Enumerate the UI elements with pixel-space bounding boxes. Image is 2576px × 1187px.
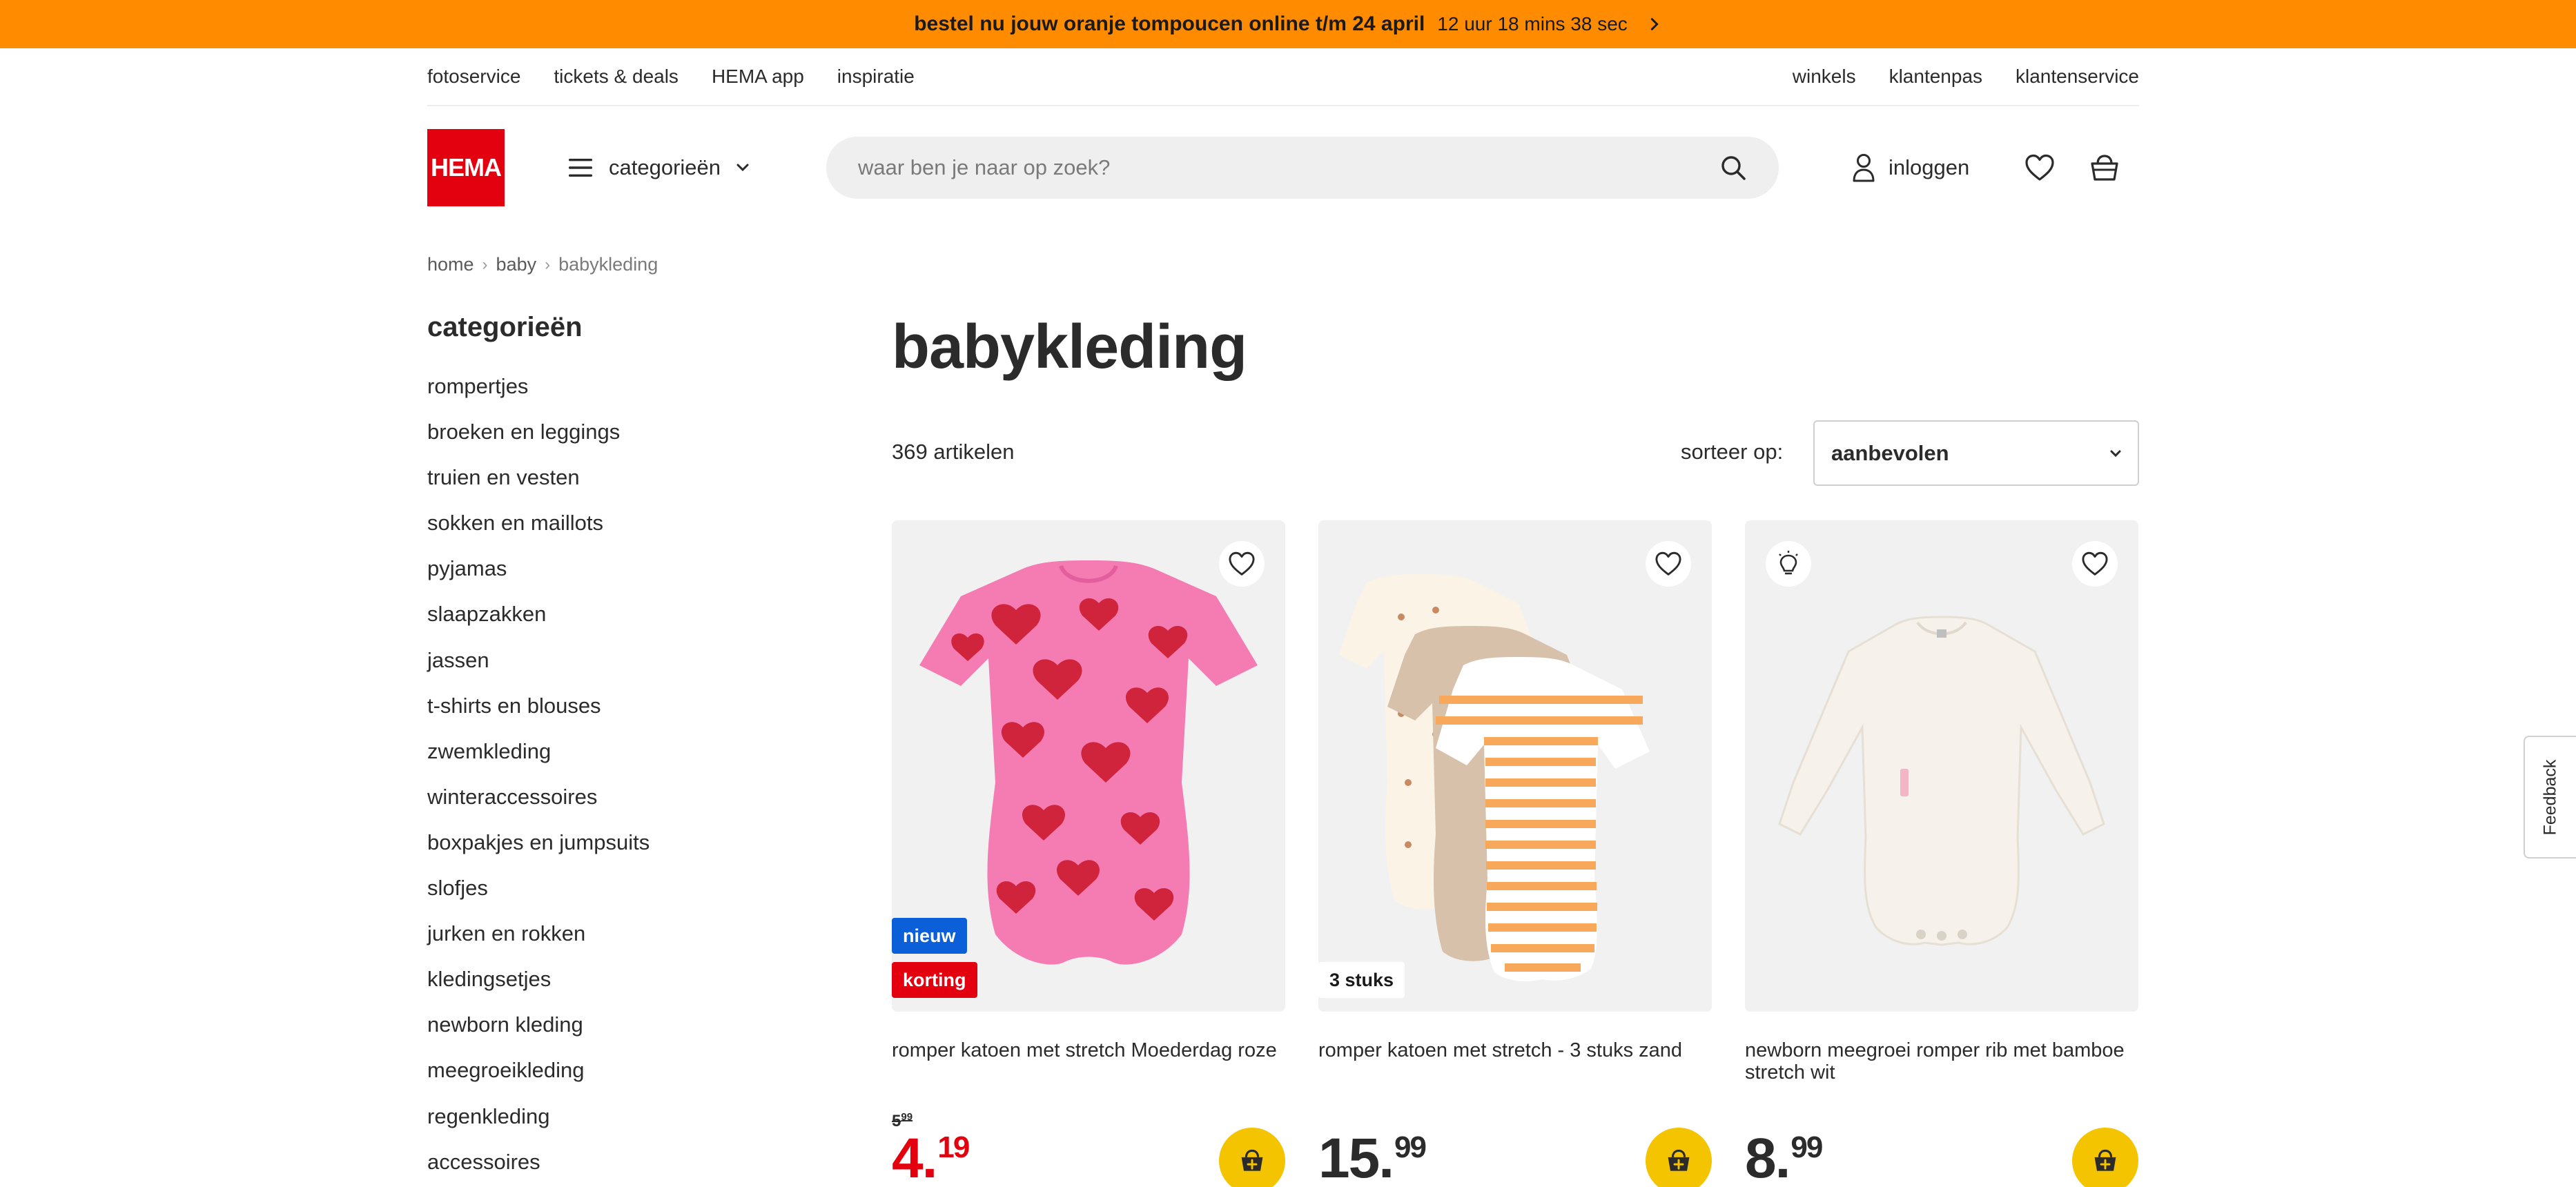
price-int-2: 15. — [1318, 1127, 1394, 1187]
sidebar-item-newborn-kleding[interactable]: newborn kleding — [427, 1011, 650, 1057]
sidebar-item-kledingsetjes[interactable]: kledingsetjes — [427, 965, 650, 1011]
sidebar-item-rompertjes[interactable]: rompertjes — [427, 373, 650, 418]
badge-sale: korting — [892, 962, 977, 998]
price-int-1: 4. — [892, 1127, 937, 1187]
sidebar-item-slofjes[interactable]: slofjes — [427, 874, 650, 920]
util-link-tickets-deals[interactable]: tickets & deals — [554, 66, 679, 88]
heart-icon — [2025, 154, 2054, 181]
product-title-2[interactable]: romper katoen met stretch - 3 stuks zand — [1318, 1039, 1712, 1061]
menu-icon — [569, 159, 592, 177]
add-to-cart-button-1[interactable] — [1219, 1128, 1285, 1187]
categories-menu-button[interactable]: categorieën — [567, 150, 750, 185]
sort-selected-value: aanbevolen — [1831, 440, 1949, 465]
add-to-basket-icon — [2094, 1149, 2116, 1171]
search-icon[interactable] — [1719, 154, 1747, 182]
sidebar-item-jassen[interactable]: jassen — [427, 647, 650, 692]
price-dec-2: 99 — [1394, 1130, 1427, 1164]
tip-button[interactable] — [1766, 541, 1811, 587]
sidebar-item-slaapzakken[interactable]: slaapzakken — [427, 600, 650, 646]
sidebar-title: categorieën — [427, 312, 583, 342]
chevron-down-icon — [736, 164, 749, 172]
breadcrumb-current: babykleding — [558, 254, 658, 275]
search-input[interactable] — [858, 155, 1719, 180]
breadcrumb: home › baby › babykleding — [427, 254, 658, 275]
price-3: 8. 99 — [1745, 1127, 1823, 1187]
feedback-label: Feedback — [2540, 759, 2560, 835]
sidebar-item-accessoires[interactable]: accessoires — [427, 1148, 650, 1187]
heart-icon — [1229, 551, 1255, 576]
feedback-tab[interactable]: Feedback — [2524, 736, 2576, 859]
price-2: 15. 99 — [1318, 1127, 1427, 1187]
promo-banner[interactable]: bestel nu jouw oranje tompoucen online t… — [0, 0, 2576, 48]
price-dec-3: 99 — [1790, 1130, 1823, 1164]
sidebar-item-meegroeikleding[interactable]: meegroeikleding — [427, 1057, 650, 1102]
sidebar-item-jurken-en-rokken[interactable]: jurken en rokken — [427, 920, 650, 965]
badge-pack-count: 3 stuks — [1318, 962, 1405, 998]
sidebar-item-boxpakjes-en-jumpsuits[interactable]: boxpakjes en jumpsuits — [427, 829, 650, 874]
caret-down-icon — [2110, 450, 2121, 457]
article-count: 369 artikelen — [892, 440, 1015, 464]
breadcrumb-baby[interactable]: baby — [496, 254, 537, 275]
sidebar-item-truien-en-vesten[interactable]: truien en vesten — [427, 464, 650, 509]
promo-headline: bestel nu jouw oranje tompoucen online t… — [914, 12, 1425, 35]
logo-text: HEMA — [431, 153, 502, 182]
sidebar-item-zwemkleding[interactable]: zwemkleding — [427, 738, 650, 783]
sidebar-item-t-shirts-en-blouses[interactable]: t-shirts en blouses — [427, 692, 650, 738]
sidebar-item-winteraccessoires[interactable]: winteraccessoires — [427, 783, 650, 829]
util-link-klantenpas[interactable]: klantenpas — [1889, 66, 1982, 88]
sidebar-item-pyjamas[interactable]: pyjamas — [427, 555, 650, 600]
add-to-cart-button-3[interactable] — [2072, 1128, 2138, 1187]
product-image-3[interactable] — [1745, 520, 2138, 1012]
sidebar-item-sokken-en-maillots[interactable]: sokken en maillots — [427, 509, 650, 555]
sort-label: sorteer op: — [1681, 440, 1784, 464]
utility-nav: fotoservice tickets & deals HEMA app ins… — [427, 48, 2139, 106]
sidebar-category-list: rompertjes broeken en leggings truien en… — [427, 373, 650, 1187]
white-longsleeve-romper-image — [1778, 616, 2105, 946]
sidebar-item-broeken-en-leggings[interactable]: broeken en leggings — [427, 418, 650, 464]
add-to-cart-button-2[interactable] — [1646, 1128, 1712, 1187]
login-button[interactable]: inloggen — [1851, 150, 1969, 185]
hema-logo[interactable]: HEMA — [427, 129, 505, 206]
product-title-3[interactable]: newborn meegroei romper rib met bamboe s… — [1745, 1039, 2138, 1083]
product-title-1[interactable]: romper katoen met stretch Moederdag roze — [892, 1039, 1285, 1061]
login-label: inloggen — [1889, 155, 1970, 179]
chevron-right-icon — [1650, 18, 1659, 30]
product-image-2[interactable]: 3 stuks — [1318, 520, 1712, 1012]
add-to-basket-icon — [1241, 1149, 1263, 1171]
page-title: babykleding — [892, 313, 1247, 382]
promo-countdown: 12 uur 18 mins 38 sec — [1437, 13, 1628, 35]
price-1: 4. 19 — [892, 1127, 970, 1187]
util-link-fotoservice[interactable]: fotoservice — [427, 66, 520, 88]
search-bar — [826, 137, 1779, 199]
sort-select[interactable]: aanbevolen — [1813, 420, 2139, 486]
badge-new: nieuw — [892, 918, 967, 954]
favorite-button-2[interactable] — [1646, 541, 1691, 587]
romper-3-pack-image — [1339, 574, 1650, 981]
breadcrumb-home[interactable]: home — [427, 254, 474, 275]
favorite-button-3[interactable] — [2072, 541, 2118, 587]
favorite-button-1[interactable] — [1219, 541, 1265, 587]
sidebar-item-regenkleding[interactable]: regenkleding — [427, 1103, 650, 1148]
util-link-klantenservice[interactable]: klantenservice — [2016, 66, 2139, 88]
heart-icon — [1655, 551, 1681, 576]
util-link-winkels[interactable]: winkels — [1793, 66, 1856, 88]
basket-icon — [2091, 155, 2118, 181]
breadcrumb-separator-icon: › — [482, 255, 488, 274]
heart-icon — [2082, 551, 2108, 576]
categories-label: categorieën — [609, 155, 721, 179]
price-int-3: 8. — [1745, 1127, 1790, 1187]
add-to-basket-icon — [1668, 1149, 1690, 1171]
util-link-inspiratie[interactable]: inspiratie — [837, 66, 915, 88]
cart-button[interactable] — [2089, 152, 2120, 184]
price-dec-1: 19 — [937, 1130, 970, 1164]
wishlist-button[interactable] — [2024, 152, 2056, 184]
old-price-dec-1: 99 — [901, 1111, 913, 1123]
breadcrumb-separator-icon: › — [545, 255, 551, 274]
lightbulb-icon — [1779, 551, 1798, 575]
util-link-hema-app[interactable]: HEMA app — [712, 66, 804, 88]
user-icon — [1853, 154, 1875, 182]
product-image-1[interactable]: nieuw korting — [892, 520, 1285, 1012]
